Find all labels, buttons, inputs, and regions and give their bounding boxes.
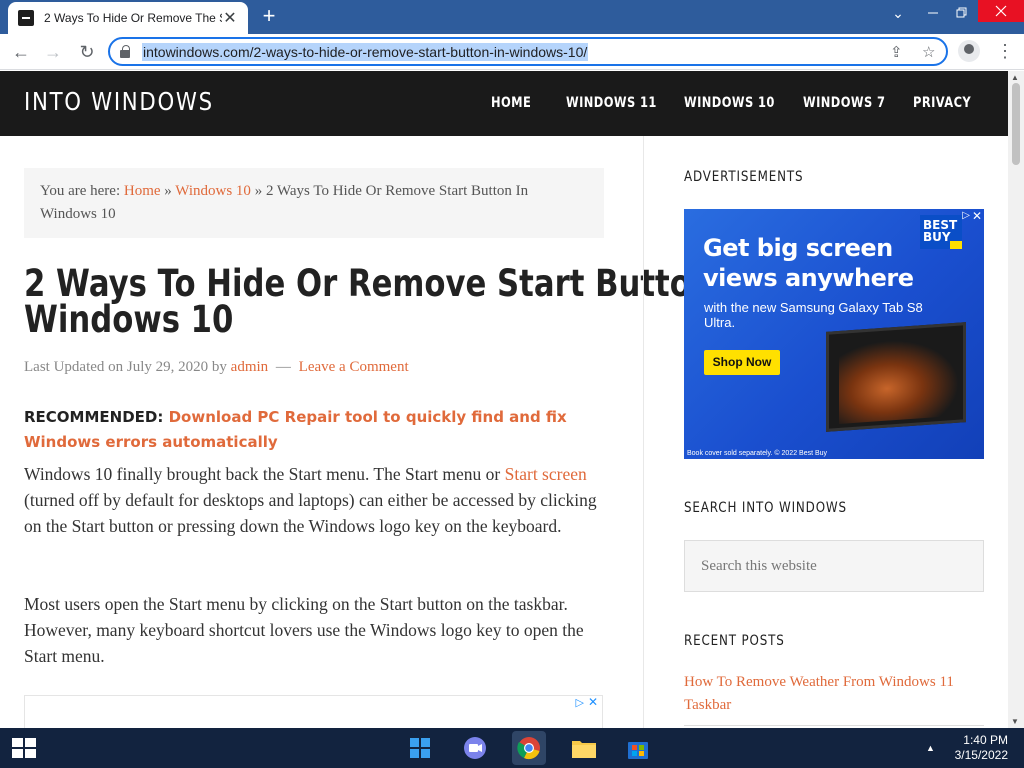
more-menu-icon[interactable]: ⋮ <box>996 40 1014 62</box>
recommended-label: RECOMMENDED: <box>24 408 164 426</box>
nav-windows-7[interactable]: WINDOWS 7 <box>803 95 885 111</box>
address-bar[interactable]: intowindows.com/2-ways-to-hide-or-remove… <box>108 37 948 66</box>
page-scrollbar[interactable]: ▲ ▼ <box>1008 71 1024 728</box>
file-explorer-icon[interactable] <box>567 731 601 765</box>
url-text[interactable]: intowindows.com/2-ways-to-hide-or-remove… <box>142 42 589 61</box>
windows-start-icon[interactable] <box>403 731 437 765</box>
article-paragraph: Most users open the Start menu by clicki… <box>24 594 584 666</box>
scroll-down-icon[interactable]: ▼ <box>1011 717 1019 726</box>
author-link[interactable]: admin <box>231 359 269 375</box>
recent-post-link[interactable]: How To Remove Weather From Windows 11 Ta… <box>684 671 984 717</box>
adchoices-icon[interactable]: ▷ <box>962 210 970 221</box>
site-header: INTO WINDOWS HOME WINDOWS 11 WINDOWS 10 … <box>0 71 1008 136</box>
tab-search-chevron-icon[interactable]: ⌄ <box>884 0 912 26</box>
profile-avatar-icon[interactable] <box>958 40 980 62</box>
lock-icon <box>120 44 130 58</box>
chat-icon <box>464 737 486 759</box>
teams-chat-icon[interactable] <box>458 731 492 765</box>
ad-close-icon[interactable]: ✕ <box>588 695 598 709</box>
sidebar-ad[interactable]: ▷ ✕ BEST BUY Get big screen views anywhe… <box>684 209 984 459</box>
clock-time: 1:40 PM <box>963 733 1008 747</box>
minimize-icon <box>928 12 938 14</box>
nav-home[interactable]: HOME <box>491 95 531 111</box>
ad-headline-line2: views anywhere <box>703 264 914 292</box>
inline-ad-frame[interactable]: ▷ ✕ <box>24 695 603 728</box>
breadcrumb-prefix: You are here: <box>40 183 121 199</box>
close-icon <box>995 5 1007 17</box>
recent-posts-heading: RECENT POSTS <box>684 633 785 649</box>
microsoft-store-icon[interactable] <box>621 731 655 765</box>
tab-close-icon[interactable]: ✕ <box>222 8 238 28</box>
meta-dash: — <box>275 359 291 375</box>
site-favicon-icon <box>18 10 34 26</box>
bookmark-star-icon[interactable]: ☆ <box>922 43 935 61</box>
ad-fine-print: Book cover sold separately. © 2022 Best … <box>687 450 828 457</box>
store-icon <box>628 742 648 759</box>
post-title-line2: Windows 10 <box>24 298 234 341</box>
browser-toolbar: ← → ↻ intowindows.com/2-ways-to-hide-or-… <box>0 34 1024 70</box>
advertisements-heading: ADVERTISEMENTS <box>684 169 804 185</box>
article-paragraph: Windows 10 finally brought back the Star… <box>24 461 604 539</box>
start-screen-link[interactable]: Start screen <box>505 464 587 484</box>
back-arrow-icon[interactable]: ← <box>10 42 32 64</box>
nav-windows-10[interactable]: WINDOWS 10 <box>684 95 775 111</box>
tab-title: 2 Ways To Hide Or Remove The S <box>44 11 222 25</box>
tablet-image <box>826 322 966 432</box>
site-logo-title[interactable]: INTO WINDOWS <box>24 87 214 116</box>
chrome-taskbar-icon[interactable] <box>512 731 546 765</box>
ad-headline: Get big screen views anywhere <box>703 233 914 293</box>
browser-tab[interactable]: 2 Ways To Hide Or Remove The S ✕ <box>8 2 248 34</box>
windows-taskbar: ▲ 1:40 PM 3/15/2022 <box>0 728 1024 768</box>
sidebar-divider <box>643 136 644 728</box>
forward-arrow-icon[interactable]: → <box>42 42 64 64</box>
breadcrumb: You are here: Home » Windows 10 » 2 Ways… <box>24 168 604 238</box>
ad-headline-line1: Get big screen <box>703 234 893 262</box>
tablet-wallpaper <box>839 335 959 424</box>
recommended-notice: RECOMMENDED: Download PC Repair tool to … <box>24 405 604 455</box>
folder-icon <box>572 741 596 758</box>
nav-windows-11[interactable]: WINDOWS 11 <box>566 95 657 111</box>
reload-icon[interactable]: ↻ <box>76 42 98 64</box>
breadcrumb-home-link[interactable]: Home <box>124 183 161 199</box>
nav-privacy[interactable]: PRIVACY <box>913 95 971 111</box>
share-icon[interactable]: ⇪ <box>890 43 903 61</box>
post-date: Last Updated on July 29, 2020 by <box>24 359 227 375</box>
paragraph-text: (turned off by default for desktops and … <box>24 490 597 536</box>
leave-comment-link[interactable]: Leave a Comment <box>299 359 409 375</box>
paragraph-text: Windows 10 finally brought back the Star… <box>24 464 501 484</box>
page-viewport: INTO WINDOWS HOME WINDOWS 11 WINDOWS 10 … <box>0 71 1008 728</box>
restore-icon <box>956 7 967 18</box>
shop-now-button[interactable]: Shop Now <box>704 350 780 375</box>
recent-posts-divider <box>684 725 984 726</box>
clock-date: 3/15/2022 <box>954 748 1008 762</box>
search-heading: SEARCH INTO WINDOWS <box>684 500 847 516</box>
post-title: 2 Ways To Hide Or Remove Start Button In… <box>24 265 757 341</box>
minimize-button[interactable] <box>918 0 948 26</box>
restore-button[interactable] <box>948 0 976 26</box>
windows-logo-icon <box>410 738 430 758</box>
clock[interactable]: 1:40 PM 3/15/2022 <box>950 733 1008 763</box>
scrollbar-thumb[interactable] <box>1012 83 1020 165</box>
browser-tab-strip: 2 Ways To Hide Or Remove The S ✕ + ⌄ <box>0 0 1024 34</box>
post-meta: Last Updated on July 29, 2020 by admin —… <box>24 359 409 376</box>
adchoices-icon[interactable]: ▷ <box>576 696 584 709</box>
search-input[interactable]: Search this website <box>684 540 984 592</box>
close-window-button[interactable] <box>978 0 1024 22</box>
breadcrumb-separator: » <box>164 183 172 199</box>
start-button-icon[interactable] <box>12 738 38 758</box>
best-buy-tag-icon <box>950 241 962 249</box>
breadcrumb-category-link[interactable]: Windows 10 <box>175 183 251 199</box>
tray-overflow-icon[interactable]: ▲ <box>926 741 935 756</box>
ad-close-icon[interactable]: ✕ <box>972 209 982 223</box>
breadcrumb-separator: » <box>254 183 263 199</box>
new-tab-button[interactable]: + <box>256 5 282 29</box>
chrome-icon <box>517 737 540 760</box>
scroll-up-icon[interactable]: ▲ <box>1011 73 1019 82</box>
